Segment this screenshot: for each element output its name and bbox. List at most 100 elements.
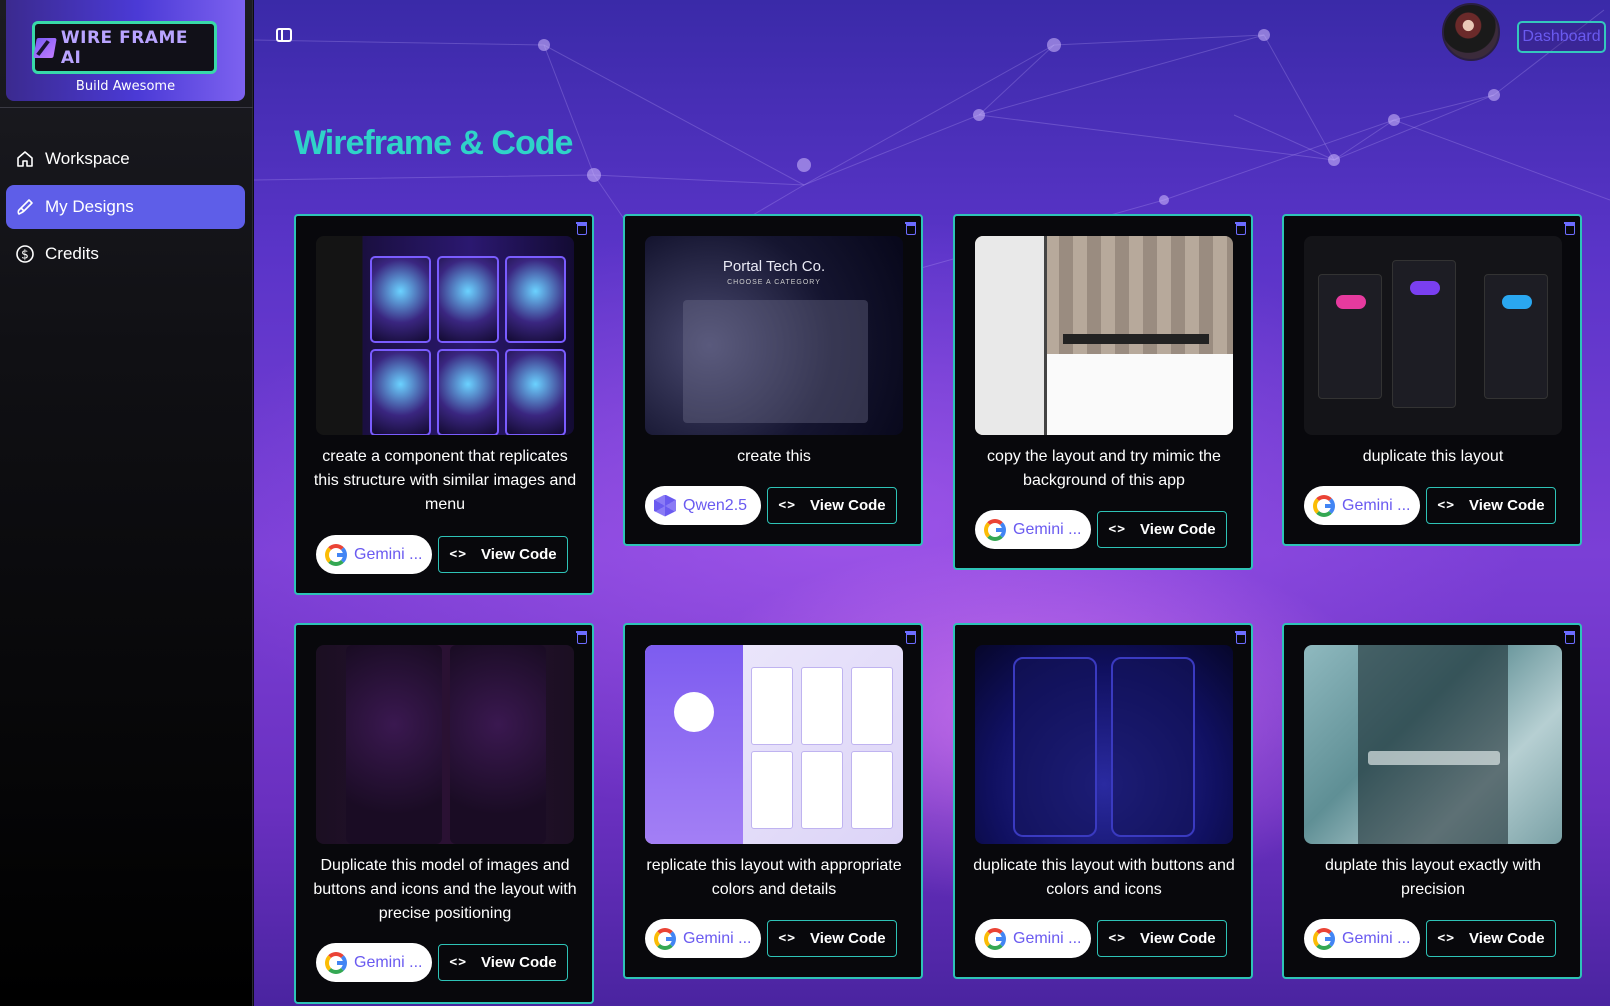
design-prompt: duplicate this layout [1362,448,1504,465]
sidebar-item-credits[interactable]: $ Credits [6,232,245,276]
model-name: Qwen2.5 [683,496,748,514]
model-badge[interactable]: Gemini ... [316,943,432,982]
view-code-label: View Code [810,497,886,514]
view-code-button[interactable]: <> View Code [1426,920,1556,957]
view-code-label: View Code [481,954,557,971]
view-code-button[interactable]: <> View Code [1426,487,1556,524]
design-card[interactable]: duplicate this layout Gemini ... <> View… [1282,214,1582,546]
svg-text:$: $ [21,248,29,262]
trash-icon[interactable] [1235,631,1246,644]
code-icon: <> [778,931,797,946]
thumbnail-subtitle: CHOOSE A CATEGORY [727,279,821,286]
model-badge[interactable]: Gemini ... [975,510,1091,549]
design-thumbnail[interactable] [1304,645,1562,844]
trash-icon[interactable] [905,631,916,644]
code-icon: <> [1437,498,1456,513]
view-code-label: View Code [1140,930,1216,947]
design-prompt: duplicate this layout with buttons and c… [973,857,1235,898]
trash-icon[interactable] [905,222,916,235]
brand-tagline: Build Awesome [75,79,176,94]
sidebar-item-label: Workspace [45,149,130,168]
google-icon [654,927,676,950]
view-code-button[interactable]: <> View Code [438,536,568,573]
view-code-button[interactable]: <> View Code [1097,920,1227,957]
design-prompt: Duplicate this model of images and butto… [313,857,577,922]
view-code-button[interactable]: <> View Code [438,944,568,981]
sidebar-item-workspace[interactable]: Workspace [6,137,245,181]
design-card[interactable]: duplicate this layout with buttons and c… [953,623,1253,979]
logo-mark-icon [33,37,57,58]
logo[interactable]: WIRE FRAME AI [32,21,217,74]
design-thumbnail[interactable] [975,236,1233,435]
trash-icon[interactable] [576,222,587,235]
model-name: Gemini ... [1013,520,1082,538]
qwen-icon [654,494,676,517]
view-code-label: View Code [481,546,557,563]
sidebar-toggle-icon[interactable] [276,28,292,42]
view-code-label: View Code [810,930,886,947]
design-card[interactable]: copy the layout and try mimic the backgr… [953,214,1253,570]
code-icon: <> [1108,931,1127,946]
trash-icon[interactable] [1564,631,1575,644]
google-icon [984,927,1006,950]
design-card[interactable]: Portal Tech Co. CHOOSE A CATEGORY create… [623,214,923,546]
google-icon [1313,494,1335,517]
sidebar-item-my-designs[interactable]: My Designs [6,185,245,229]
brush-icon [15,197,35,217]
code-icon: <> [1108,522,1127,537]
model-badge[interactable]: Gemini ... [975,919,1091,958]
thumbnail-title: Portal Tech Co. [722,258,826,275]
model-badge[interactable]: Gemini ... [1304,486,1420,525]
trash-icon[interactable] [576,631,587,644]
google-icon [325,951,347,974]
view-code-button[interactable]: <> View Code [767,920,897,957]
design-prompt: create a component that replicates this … [313,448,577,513]
google-icon [1313,927,1335,950]
model-badge[interactable]: Gemini ... [316,535,432,574]
view-code-button[interactable]: <> View Code [767,487,897,524]
model-name: Gemini ... [354,953,423,971]
sidebar-item-label: Credits [45,244,99,263]
sidebar: WIRE FRAME AI Build Awesome Workspace My… [0,0,253,1006]
code-icon: <> [449,955,468,970]
sidebar-item-label: My Designs [45,197,134,216]
design-thumbnail[interactable] [645,645,903,844]
view-code-button[interactable]: <> View Code [1097,511,1227,548]
page-title: Wireframe & Code [294,124,573,162]
design-thumbnail[interactable]: Portal Tech Co. CHOOSE A CATEGORY [645,236,903,435]
code-icon: <> [778,498,797,513]
trash-icon[interactable] [1564,222,1575,235]
model-badge[interactable]: Gemini ... [645,919,761,958]
model-badge[interactable]: Gemini ... [1304,919,1420,958]
model-name: Gemini ... [1013,929,1082,947]
design-card[interactable]: replicate this layout with appropriate c… [623,623,923,979]
home-icon [15,149,35,169]
model-badge[interactable]: Qwen2.5 [645,486,761,525]
design-card[interactable]: create a component that replicates this … [294,214,594,595]
design-card[interactable]: duplate this layout exactly with precisi… [1282,623,1582,979]
logo-text: WIRE FRAME AI [60,27,188,68]
design-prompt: copy the layout and try mimic the backgr… [987,448,1221,489]
dollar-circle-icon: $ [15,244,35,264]
model-name: Gemini ... [683,929,752,947]
avatar[interactable] [1442,3,1500,61]
design-thumbnail[interactable] [316,645,574,844]
trash-icon[interactable] [1235,222,1246,235]
design-thumbnail[interactable] [316,236,574,435]
design-thumbnail[interactable] [975,645,1233,844]
code-icon: <> [1437,931,1456,946]
sidebar-divider [0,107,253,108]
google-icon [984,518,1006,541]
google-icon [325,543,347,566]
model-name: Gemini ... [354,545,423,563]
design-thumbnail[interactable] [1304,236,1562,435]
model-name: Gemini ... [1342,496,1411,514]
design-prompt: replicate this layout with appropriate c… [646,857,902,898]
dashboard-button[interactable]: Dashboard [1517,21,1606,53]
view-code-label: View Code [1469,497,1545,514]
model-name: Gemini ... [1342,929,1411,947]
view-code-label: View Code [1469,930,1545,947]
design-prompt: create this [737,448,811,465]
design-card[interactable]: Duplicate this model of images and butto… [294,623,594,1004]
design-prompt: duplate this layout exactly with precisi… [1324,857,1542,898]
